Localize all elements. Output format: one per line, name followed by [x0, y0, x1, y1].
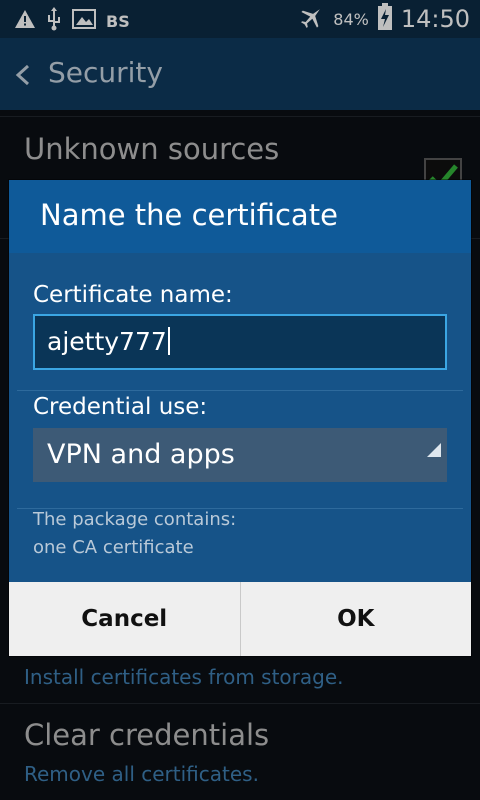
dialog-title: Name the certificate — [40, 198, 338, 232]
cancel-button[interactable]: Cancel — [9, 582, 240, 656]
certificate-name-value: ajetty777 — [47, 327, 167, 356]
credential-use-label: Credential use: — [33, 394, 208, 420]
package-info: The package contains: one CA certificate — [33, 506, 236, 562]
text-cursor — [167, 327, 170, 355]
package-info-line2: one CA certificate — [33, 537, 194, 558]
dropdown-arrow-icon — [427, 422, 441, 476]
certificate-name-label: Certificate name: — [33, 282, 233, 308]
certificate-name-input[interactable]: ajetty777 — [33, 314, 447, 370]
dialog-divider — [17, 390, 463, 391]
credential-use-select[interactable]: VPN and apps — [33, 428, 447, 482]
credential-use-value: VPN and apps — [47, 439, 235, 470]
ok-button[interactable]: OK — [241, 582, 472, 656]
name-certificate-dialog: Name the certificate Certificate name: a… — [9, 180, 471, 656]
package-info-line1: The package contains: — [33, 509, 237, 530]
dialog-header: Name the certificate — [9, 180, 471, 253]
dialog-button-bar: Cancel OK — [9, 582, 471, 656]
